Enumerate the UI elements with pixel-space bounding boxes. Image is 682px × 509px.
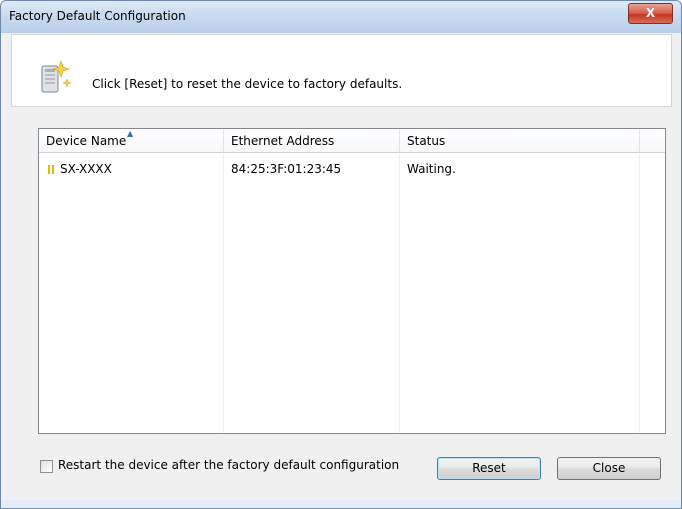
- column-label-ethernet-address: Ethernet Address: [231, 134, 335, 148]
- sort-ascending-icon: ▲: [127, 129, 134, 138]
- dialog-window: Factory Default Configuration X Click [R…: [0, 0, 682, 509]
- reset-button[interactable]: Reset: [437, 457, 541, 480]
- column-header-filler: [640, 129, 665, 153]
- column-label-status: Status: [407, 134, 446, 148]
- device-list[interactable]: Device Name ▲ Ethernet Address Status SX…: [38, 128, 666, 434]
- column-header-status[interactable]: Status: [400, 129, 640, 153]
- cell-device-name: SX-XXXX: [60, 162, 112, 176]
- window-bottom-border: [1, 500, 681, 508]
- window-title: Factory Default Configuration: [9, 9, 186, 23]
- title-bar[interactable]: Factory Default Configuration X: [1, 1, 681, 33]
- dialog-client-area: Click [Reset] to reset the device to fac…: [8, 33, 674, 500]
- close-button[interactable]: Close: [557, 457, 661, 480]
- window-close-button[interactable]: X: [628, 3, 673, 24]
- restart-device-checkbox[interactable]: [40, 460, 53, 473]
- column-header-ethernet-address[interactable]: Ethernet Address: [224, 129, 400, 153]
- device-sparkle-icon: [41, 60, 72, 93]
- column-label-device-name: Device Name: [46, 134, 127, 148]
- column-header-device-name[interactable]: Device Name ▲: [39, 129, 224, 153]
- cell-status: Waiting.: [407, 162, 456, 176]
- column-divider: [639, 153, 640, 433]
- instruction-text: Click [Reset] to reset the device to fac…: [92, 77, 403, 91]
- restart-device-label[interactable]: Restart the device after the factory def…: [58, 458, 399, 472]
- column-divider: [399, 153, 400, 433]
- cell-ethernet-address: 84:25:3F:01:23:45: [231, 162, 342, 176]
- device-status-icon: [48, 165, 55, 174]
- column-divider: [223, 153, 224, 433]
- instruction-panel: Click [Reset] to reset the device to fac…: [11, 34, 672, 107]
